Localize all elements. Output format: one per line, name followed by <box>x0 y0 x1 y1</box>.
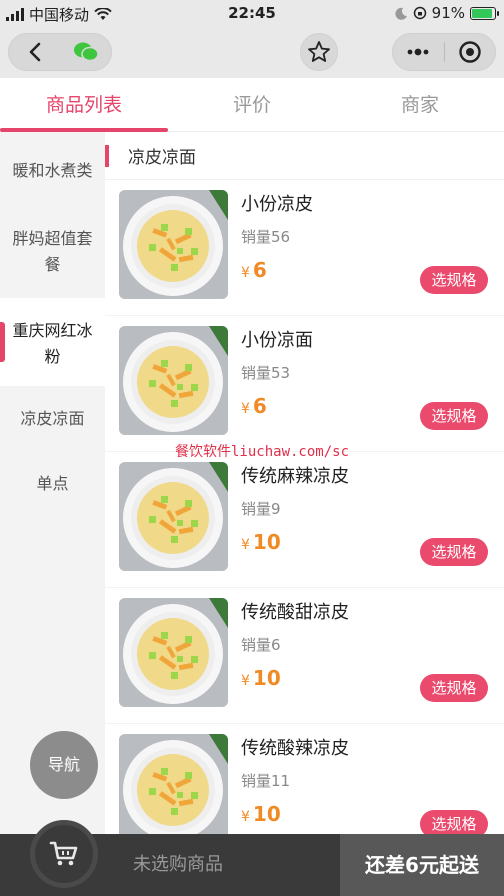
category-title: 凉皮凉面 <box>128 148 196 168</box>
product-item[interactable]: 小份凉面 销量53 ¥6 选规格 <box>105 316 504 452</box>
product-name: 传统酸甜凉皮 <box>241 602 349 623</box>
product-item[interactable]: 传统酸辣凉皮 销量11 ¥10 选规格 <box>105 724 504 834</box>
sidebar-item-ice-jelly[interactable]: 重庆网红冰 粉 <box>0 298 105 386</box>
cart-button[interactable] <box>30 820 98 888</box>
status-right: 91% <box>395 4 499 22</box>
product-name: 小份凉面 <box>241 330 313 351</box>
watermark-text: 餐饮软件liuchaw.com/sc <box>175 444 350 460</box>
currency-symbol: ¥ <box>241 537 250 553</box>
chevron-left-icon <box>29 42 40 62</box>
sidebar-item-value-set[interactable]: 胖妈超值套 餐 <box>0 226 105 278</box>
currency-symbol: ¥ <box>241 265 250 281</box>
cart-status: 未选购商品 <box>133 854 223 875</box>
price-value: 10 <box>252 802 281 826</box>
product-price: ¥10 <box>241 530 281 554</box>
more-dots-icon <box>407 48 429 56</box>
nav-float-button[interactable]: 导航 <box>30 731 98 799</box>
product-image[interactable] <box>119 598 228 707</box>
product-sales: 销量56 <box>241 228 291 246</box>
price-value: 6 <box>252 394 267 418</box>
product-item[interactable]: 传统酸甜凉皮 销量6 ¥10 选规格 <box>105 588 504 724</box>
price-value: 10 <box>252 530 281 554</box>
product-sales: 销量9 <box>241 500 281 518</box>
sidebar-item-label: 暖和水煮类 <box>12 161 93 180</box>
products-container: 小份凉皮 销量56 ¥6 选规格 小份凉面 销量53 ¥ 6 选规格 传统麻辣凉… <box>105 180 504 834</box>
tab-reviews[interactable]: 评价 <box>168 78 336 131</box>
category-accent-bar <box>105 144 109 167</box>
product-price: ¥6 <box>241 394 267 418</box>
product-price: ¥10 <box>241 666 281 690</box>
product-image[interactable] <box>119 326 228 435</box>
price-value: 6 <box>252 258 267 282</box>
more-button[interactable] <box>393 33 444 71</box>
battery-icon <box>470 6 499 20</box>
shopping-cart-icon <box>49 841 78 866</box>
sidebar-item-cold-noodles[interactable]: 凉皮凉面 <box>0 406 105 432</box>
category-header: 凉皮凉面 <box>105 132 504 180</box>
product-name: 传统麻辣凉皮 <box>241 466 349 487</box>
product-item[interactable]: 小份凉皮 销量56 ¥6 选规格 <box>105 180 504 316</box>
close-button[interactable] <box>444 33 495 71</box>
cart-bar: 未选购商品 还差6元起送 <box>0 820 504 896</box>
favorite-button[interactable] <box>300 33 338 71</box>
star-icon <box>308 41 330 62</box>
sidebar-item-label: 单点 <box>36 474 69 493</box>
currency-symbol: ¥ <box>241 401 250 417</box>
select-spec-button[interactable]: 选规格 <box>420 810 488 834</box>
target-close-icon <box>459 41 481 63</box>
product-sales: 销量11 <box>241 772 291 790</box>
sidebar-item-single[interactable]: 单点 <box>0 471 105 497</box>
wechat-button[interactable] <box>60 33 111 71</box>
select-spec-button[interactable]: 选规格 <box>420 538 488 566</box>
category-sidebar: 暖和水煮类 胖妈超值套 餐 重庆网红冰 粉 凉皮凉面 单点 <box>0 132 105 834</box>
product-price: ¥10 <box>241 802 281 826</box>
product-item[interactable]: 传统麻辣凉皮 销量9 ¥10 选规格 <box>105 452 504 588</box>
back-button[interactable] <box>9 33 60 71</box>
product-image[interactable] <box>119 190 228 299</box>
select-spec-button[interactable]: 选规格 <box>420 402 488 430</box>
product-image[interactable] <box>119 462 228 571</box>
product-sales: 销量6 <box>241 636 281 654</box>
product-sales: 销量53 <box>241 364 291 382</box>
product-image[interactable] <box>119 734 228 834</box>
sidebar-item-label: 凉皮凉面 <box>20 409 85 428</box>
tab-bar: 商品列表 评价 商家 <box>0 78 504 132</box>
price-value: 10 <box>252 666 281 690</box>
currency-symbol: ¥ <box>241 809 250 825</box>
tab-products[interactable]: 商品列表 <box>0 78 168 132</box>
sidebar-item-warm-boiled[interactable]: 暖和水煮类 <box>0 158 105 184</box>
moon-icon <box>395 7 407 20</box>
battery-percent: 91% <box>431 4 465 22</box>
product-name: 小份凉皮 <box>241 194 313 215</box>
mini-program-header <box>0 26 504 78</box>
tab-merchant[interactable]: 商家 <box>336 78 504 131</box>
product-name: 传统酸辣凉皮 <box>241 738 349 759</box>
select-spec-button[interactable]: 选规格 <box>420 674 488 702</box>
wechat-icon <box>73 42 99 62</box>
currency-symbol: ¥ <box>241 673 250 689</box>
select-spec-button[interactable]: 选规格 <box>420 266 488 294</box>
product-price: ¥6 <box>241 258 267 282</box>
product-list: 凉皮凉面 小份凉皮 销量56 ¥ 6 选规格 小份凉面 销量53 ¥ 6 选规格… <box>105 132 504 834</box>
menu-capsule <box>392 33 496 71</box>
rotation-lock-icon <box>413 6 426 20</box>
nav-capsule <box>8 33 112 71</box>
checkout-button[interactable]: 还差6元起送 <box>340 834 504 896</box>
status-bar: 中国移动 22:45 91% <box>0 0 504 26</box>
